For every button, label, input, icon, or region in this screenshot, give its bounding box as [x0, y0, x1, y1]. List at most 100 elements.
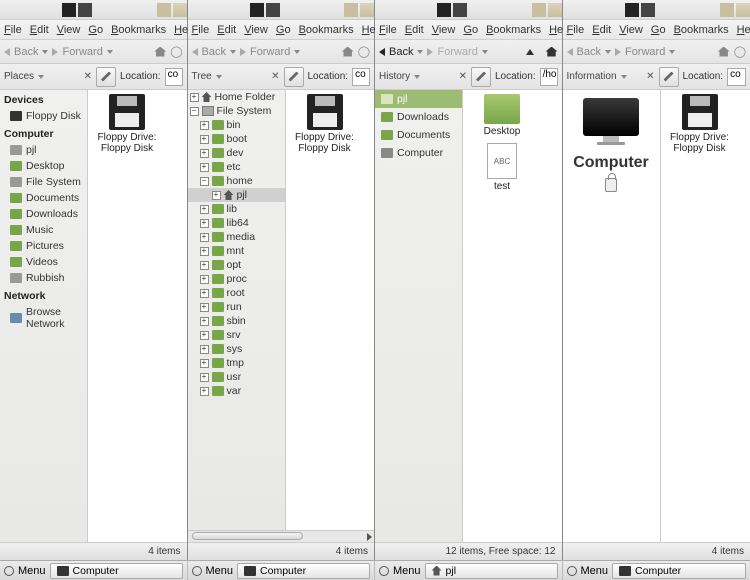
- menu-bookmarks[interactable]: Bookmarks: [299, 24, 354, 36]
- sidebar-hscrollbar[interactable]: [188, 530, 375, 542]
- history-item[interactable]: pjl: [375, 90, 462, 108]
- file-item-floppy[interactable]: Floppy Drive: Floppy Disk: [290, 94, 360, 154]
- sidebar-item-floppy[interactable]: Floppy Disk: [0, 108, 87, 124]
- dropdown-icon[interactable]: [216, 75, 222, 79]
- notes-icon[interactable]: [720, 3, 734, 17]
- expand-icon[interactable]: +: [200, 359, 209, 368]
- dropdown-icon[interactable]: [621, 75, 627, 79]
- side-mode-label[interactable]: Places: [4, 71, 34, 82]
- tree-dir[interactable]: +opt: [188, 258, 285, 272]
- expand-icon[interactable]: +: [200, 247, 209, 256]
- expand-icon[interactable]: +: [200, 261, 209, 270]
- expand-icon[interactable]: +: [190, 93, 199, 102]
- home-icon[interactable]: [546, 47, 558, 57]
- menu-edit[interactable]: Edit: [30, 24, 49, 36]
- file-item-test[interactable]: ABCtest: [467, 143, 537, 192]
- tree-dir[interactable]: +root: [188, 286, 285, 300]
- gear-icon[interactable]: [192, 566, 202, 576]
- taskbar-menu[interactable]: Menu: [206, 565, 234, 577]
- tree-dir[interactable]: +sys: [188, 342, 285, 356]
- gear-icon[interactable]: [567, 566, 577, 576]
- taskbar-button[interactable]: pjl: [425, 563, 558, 579]
- menu-go[interactable]: Go: [276, 24, 291, 36]
- expand-icon[interactable]: +: [200, 317, 209, 326]
- side-mode-label[interactable]: Information: [567, 71, 617, 82]
- history-item[interactable]: Documents: [375, 126, 462, 144]
- expand-icon[interactable]: +: [200, 331, 209, 340]
- gear-icon[interactable]: [4, 566, 14, 576]
- filemanager-icon[interactable]: [78, 3, 92, 17]
- menu-view[interactable]: View: [244, 24, 268, 36]
- filemanager-icon[interactable]: [641, 3, 655, 17]
- menu-view[interactable]: View: [432, 24, 456, 36]
- icon-view[interactable]: Floppy Drive: Floppy Disk: [286, 90, 375, 530]
- sidebar-item-home[interactable]: pjl: [0, 142, 87, 158]
- edit-location-button[interactable]: [284, 67, 304, 87]
- file-item-floppy[interactable]: Floppy Drive: Floppy Disk: [665, 94, 735, 154]
- expand-icon[interactable]: +: [200, 135, 209, 144]
- sidebar-item-network[interactable]: Browse Network: [0, 304, 87, 332]
- expand-icon[interactable]: +: [200, 387, 209, 396]
- sidebar-item-videos[interactable]: Videos: [0, 254, 87, 270]
- expand-icon[interactable]: +: [200, 219, 209, 228]
- taskbar-menu[interactable]: Menu: [393, 565, 421, 577]
- home-icon[interactable]: [718, 47, 730, 57]
- tree-dir[interactable]: +proc: [188, 272, 285, 286]
- dropdown-icon[interactable]: [414, 75, 420, 79]
- tree-dir[interactable]: +sbin: [188, 314, 285, 328]
- tree-dir-home[interactable]: −home: [188, 174, 285, 188]
- expand-icon[interactable]: +: [200, 233, 209, 242]
- expand-icon[interactable]: +: [200, 121, 209, 130]
- back-button[interactable]: Back: [389, 46, 413, 58]
- sidebar-item-music[interactable]: Music: [0, 222, 87, 238]
- menu-file[interactable]: File: [192, 24, 210, 36]
- side-close-icon[interactable]: ✕: [459, 71, 467, 82]
- expand-icon[interactable]: +: [200, 149, 209, 158]
- notes-icon[interactable]: [344, 3, 358, 17]
- side-mode-label[interactable]: Tree: [192, 71, 212, 82]
- expand-icon[interactable]: +: [200, 205, 209, 214]
- calc-icon[interactable]: [360, 3, 374, 17]
- tree-dir[interactable]: +srv: [188, 328, 285, 342]
- expand-icon[interactable]: +: [212, 191, 221, 200]
- filemanager-icon[interactable]: [266, 3, 280, 17]
- menu-view[interactable]: View: [619, 24, 643, 36]
- menu-edit[interactable]: Edit: [405, 24, 424, 36]
- taskbar-menu[interactable]: Menu: [18, 565, 46, 577]
- menu-bookmarks[interactable]: Bookmarks: [674, 24, 729, 36]
- menu-go[interactable]: Go: [88, 24, 103, 36]
- expand-icon[interactable]: +: [200, 275, 209, 284]
- history-item[interactable]: Downloads: [375, 108, 462, 126]
- computer-nav-icon[interactable]: ◯: [170, 45, 182, 58]
- location-input[interactable]: co: [727, 68, 746, 86]
- taskbar-button[interactable]: Computer: [612, 563, 746, 579]
- menu-edit[interactable]: Edit: [592, 24, 611, 36]
- side-close-icon[interactable]: ✕: [271, 71, 279, 82]
- file-item-floppy[interactable]: Floppy Drive: Floppy Disk: [92, 94, 162, 154]
- tree-dir[interactable]: +usr: [188, 370, 285, 384]
- tree-dir[interactable]: +lib: [188, 202, 285, 216]
- expand-icon[interactable]: +: [200, 373, 209, 382]
- sidebar-item-desktop[interactable]: Desktop: [0, 158, 87, 174]
- terminal-icon[interactable]: [250, 3, 264, 17]
- notes-icon[interactable]: [532, 3, 546, 17]
- edit-location-button[interactable]: [659, 67, 679, 87]
- tree-dir[interactable]: +dev: [188, 146, 285, 160]
- file-item-desktop[interactable]: Desktop: [467, 94, 537, 137]
- calc-icon[interactable]: [173, 3, 187, 17]
- expand-icon[interactable]: +: [200, 303, 209, 312]
- scrollbar-thumb[interactable]: [192, 532, 304, 540]
- dropdown-icon[interactable]: [417, 50, 423, 54]
- menu-bookmarks[interactable]: Bookmarks: [111, 24, 166, 36]
- computer-nav-icon[interactable]: ◯: [734, 45, 746, 58]
- tree-dir[interactable]: +boot: [188, 132, 285, 146]
- location-input[interactable]: co: [352, 68, 370, 86]
- sidebar-item-rubbish[interactable]: Rubbish: [0, 270, 87, 286]
- side-close-icon[interactable]: ✕: [84, 71, 92, 82]
- menu-go[interactable]: Go: [463, 24, 478, 36]
- menu-help[interactable]: Help: [737, 24, 750, 36]
- tree-dir[interactable]: +mnt: [188, 244, 285, 258]
- sidebar-item-filesystem[interactable]: File System: [0, 174, 87, 190]
- side-mode-dropdown-icon[interactable]: [38, 75, 44, 79]
- tree-dir-user[interactable]: +pjl: [188, 188, 285, 202]
